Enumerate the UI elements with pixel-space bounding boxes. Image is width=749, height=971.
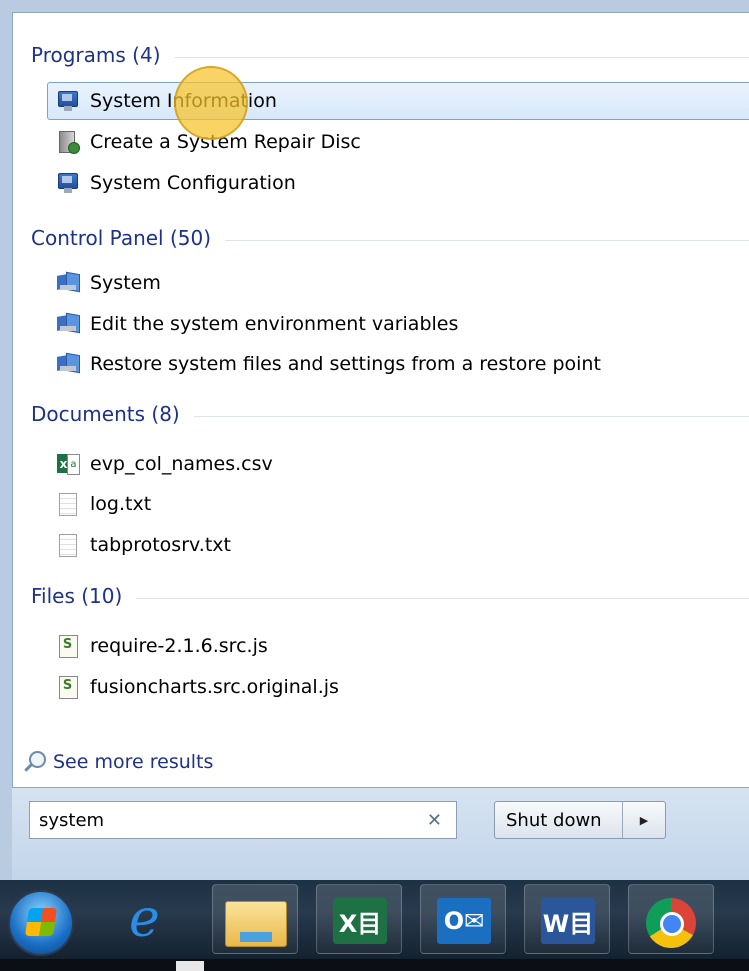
result-restore-system-files[interactable]: Restore system files and settings from a… <box>47 345 749 383</box>
result-system[interactable]: System <box>47 264 749 302</box>
search-input[interactable] <box>30 808 411 832</box>
shutdown-button[interactable]: Shut down <box>495 810 622 831</box>
divider <box>225 239 749 241</box>
taskbar-edge <box>0 959 749 971</box>
result-label: System <box>90 272 161 294</box>
folder-icon <box>225 901 287 947</box>
result-label: fusioncharts.src.original.js <box>90 676 339 698</box>
result-label: Restore system files and settings from a… <box>90 353 601 375</box>
result-label: Edit the system environment variables <box>90 313 459 335</box>
internet-explorer-icon: e <box>129 889 160 949</box>
result-label: System Information <box>90 90 277 112</box>
search-results-panel: Programs (4) System Information Create a… <box>12 12 749 788</box>
group-header: Documents (8) <box>31 399 749 429</box>
result-tabprotosrv-txt[interactable]: tabprotosrv.txt <box>47 526 749 564</box>
script-file-icon: S <box>56 634 80 658</box>
result-system-configuration[interactable]: System Configuration <box>47 164 749 202</box>
excel-icon: X目 <box>333 898 387 944</box>
result-label: log.txt <box>90 493 152 515</box>
result-label: System Configuration <box>90 172 296 194</box>
control-panel-icon <box>56 312 80 336</box>
text-file-icon <box>56 492 80 516</box>
text-file-icon <box>56 533 80 557</box>
group-header: Files (10) <box>31 581 749 611</box>
result-create-repair-disc[interactable]: Create a System Repair Disc <box>47 123 749 161</box>
taskbar-internet-explorer[interactable]: e <box>112 884 198 954</box>
result-label: require-2.1.6.src.js <box>90 635 268 657</box>
see-more-label: See more results <box>53 751 214 773</box>
divider <box>174 56 749 58</box>
result-label: tabprotosrv.txt <box>90 534 231 556</box>
taskbar: e X目 O✉ W目 <box>0 880 749 959</box>
taskbar-file-explorer[interactable] <box>212 884 298 954</box>
group-header: Programs (4) <box>31 40 749 70</box>
chrome-icon <box>646 898 696 948</box>
taskbar-excel[interactable]: X目 <box>316 884 402 954</box>
search-icon <box>23 750 46 774</box>
see-more-results-link[interactable]: See more results <box>23 747 213 777</box>
word-icon: W目 <box>541 898 595 944</box>
system-configuration-icon <box>56 171 80 195</box>
group-title[interactable]: Control Panel (50) <box>31 226 225 250</box>
control-panel-icon <box>56 352 80 376</box>
system-information-icon <box>56 89 80 113</box>
search-box[interactable]: ✕ <box>29 801 457 839</box>
taskbar-word[interactable]: W目 <box>524 884 610 954</box>
result-label: Create a System Repair Disc <box>90 131 361 153</box>
shutdown-options-arrow-icon[interactable]: ▶ <box>623 814 665 827</box>
taskbar-chrome[interactable] <box>628 884 714 954</box>
group-header: Control Panel (50) <box>31 223 749 253</box>
excel-file-icon: xa <box>56 452 80 476</box>
script-file-icon: S <box>56 675 80 699</box>
control-panel-icon <box>56 271 80 295</box>
result-evp-col-names[interactable]: xa evp_col_names.csv <box>47 445 749 483</box>
result-require-js[interactable]: S require-2.1.6.src.js <box>47 627 749 665</box>
clear-icon[interactable]: ✕ <box>427 810 442 831</box>
taskbar-outlook[interactable]: O✉ <box>420 884 506 954</box>
result-log-txt[interactable]: log.txt <box>47 485 749 523</box>
group-title[interactable]: Documents (8) <box>31 402 194 426</box>
repair-disc-icon <box>56 130 80 154</box>
divider <box>193 415 749 417</box>
group-title[interactable]: Files (10) <box>31 584 136 608</box>
result-label: evp_col_names.csv <box>90 453 273 475</box>
windows-logo-icon <box>25 908 57 936</box>
start-menu: Programs (4) System Information Create a… <box>0 0 749 880</box>
start-button[interactable] <box>8 890 74 956</box>
result-fusioncharts-js[interactable]: S fusioncharts.src.original.js <box>47 668 749 706</box>
search-bar-area: ✕ Shut down ▶ <box>12 788 749 880</box>
group-title[interactable]: Programs (4) <box>31 43 175 67</box>
divider <box>136 597 749 599</box>
shutdown-button-group: Shut down ▶ <box>494 801 666 839</box>
result-system-information[interactable]: System Information <box>47 82 749 120</box>
result-edit-env-variables[interactable]: Edit the system environment variables <box>47 305 749 343</box>
outlook-icon: O✉ <box>437 898 491 944</box>
